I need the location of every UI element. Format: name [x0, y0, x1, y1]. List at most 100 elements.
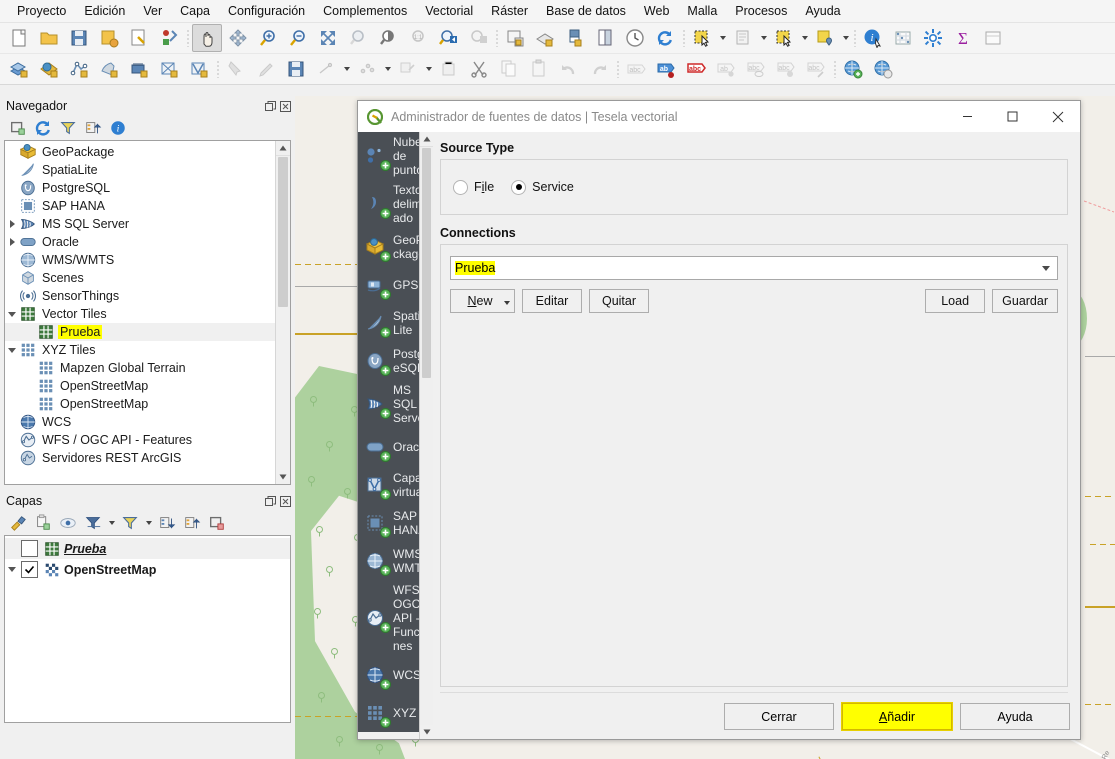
connection-select[interactable]: Prueba	[450, 256, 1058, 280]
delete-selected-icon[interactable]	[435, 56, 463, 82]
identify-by-value-icon[interactable]	[811, 25, 839, 51]
toggle-editing-icon[interactable]	[252, 56, 280, 82]
redo-icon[interactable]	[585, 56, 613, 82]
close-button[interactable]	[1035, 101, 1080, 132]
new-project-icon[interactable]	[5, 25, 33, 51]
zoom-out-icon[interactable]	[284, 25, 312, 51]
tree-item-oracle[interactable]: Oracle	[5, 233, 276, 251]
open-layer-styling-icon[interactable]	[6, 512, 30, 534]
add-line-feature-icon[interactable]	[312, 56, 340, 82]
chevron-down-icon[interactable]	[106, 510, 117, 536]
field-calculator-icon[interactable]: Σ	[949, 25, 977, 51]
chevron-down-icon[interactable]	[423, 56, 434, 82]
tree-item-sap-hana[interactable]: SAP HANA	[5, 197, 276, 215]
select-features-icon[interactable]	[688, 25, 716, 51]
add-mesh-layer-icon[interactable]	[125, 56, 153, 82]
sidebar-scrollbar[interactable]	[419, 132, 433, 739]
expand-arrow-icon[interactable]	[5, 220, 19, 228]
measure-icon[interactable]	[979, 25, 1007, 51]
menu-base-de-datos[interactable]: Base de datos	[537, 2, 635, 20]
vertex-tool-icon[interactable]	[353, 56, 381, 82]
tree-item-wcs[interactable]: WCS	[5, 413, 276, 431]
show-hide-labels-icon[interactable]: abc	[682, 56, 710, 82]
chevron-down-icon[interactable]	[840, 25, 851, 51]
float-panel-icon[interactable]	[264, 495, 277, 508]
chevron-down-icon[interactable]	[341, 56, 352, 82]
move-label-icon[interactable]: abc	[742, 56, 770, 82]
layer-visibility-checkbox[interactable]	[21, 540, 38, 557]
menu-vectorial[interactable]: Vectorial	[416, 2, 482, 20]
remove-connection-button[interactable]: Quitar	[589, 289, 649, 313]
maximize-button[interactable]	[990, 101, 1035, 132]
source-tab-geopackage[interactable]: GeoPackage	[358, 228, 420, 266]
chevron-down-icon[interactable]	[382, 56, 393, 82]
paste-features-icon[interactable]	[525, 56, 553, 82]
zoom-native-icon[interactable]: 1:1	[404, 25, 432, 51]
chevron-down-icon[interactable]	[758, 25, 769, 51]
scroll-down-icon[interactable]	[276, 470, 290, 484]
source-tab-ms-sql-server[interactable]: MS SQL Server	[358, 380, 420, 428]
tree-item-prueba[interactable]: Prueba	[5, 323, 276, 341]
scroll-up-icon[interactable]	[420, 132, 433, 147]
float-panel-icon[interactable]	[264, 100, 277, 113]
close-panel-icon[interactable]	[279, 495, 292, 508]
tree-item-vector-tiles[interactable]: Vector Tiles	[5, 305, 276, 323]
menu-malla[interactable]: Malla	[678, 2, 726, 20]
add-group-icon[interactable]	[31, 512, 55, 534]
options-icon[interactable]	[919, 25, 947, 51]
add-virtual-layer-icon[interactable]	[185, 56, 213, 82]
add-button[interactable]: Añadir	[841, 702, 953, 731]
edit-connection-button[interactable]: Editar	[522, 289, 582, 313]
minimize-button[interactable]	[945, 101, 990, 132]
load-connections-button[interactable]: Load	[925, 289, 986, 313]
zoom-next-icon[interactable]	[464, 25, 492, 51]
source-tab-wcs[interactable]: WCS	[358, 656, 420, 694]
save-connections-button[interactable]: Guardar	[992, 289, 1058, 313]
save-project-icon[interactable]	[65, 25, 93, 51]
chevron-down-icon[interactable]	[143, 510, 154, 536]
open-project-icon[interactable]	[35, 25, 63, 51]
refresh-icon[interactable]	[31, 117, 55, 139]
navigator-tree[interactable]: GeoPackage SpatiaLite PostgreSQL SAP HANA MS…	[4, 140, 291, 485]
highlight-labels-icon[interactable]: ab	[712, 56, 740, 82]
menu-edici-n[interactable]: Edición	[75, 2, 134, 20]
scroll-down-icon[interactable]	[420, 725, 433, 739]
source-tab-oracle[interactable]: Oracle	[358, 428, 420, 466]
menu-complementos[interactable]: Complementos	[314, 2, 416, 20]
label-disabled-icon[interactable]: abc	[622, 56, 650, 82]
menu-capa[interactable]: Capa	[171, 2, 219, 20]
menu-ayuda[interactable]: Ayuda	[796, 2, 849, 20]
source-tab-gps[interactable]: GPS	[358, 266, 420, 304]
tree-item-postgresql[interactable]: PostgreSQL	[5, 179, 276, 197]
menu-configuraci-n[interactable]: Configuración	[219, 2, 314, 20]
tree-item-scenes[interactable]: Scenes	[5, 269, 276, 287]
menu-ver[interactable]: Ver	[134, 2, 171, 20]
navigator-scrollbar[interactable]	[275, 141, 290, 484]
collapse-arrow-icon[interactable]	[5, 311, 19, 317]
close-dialog-button[interactable]: Cerrar	[724, 703, 834, 730]
chevron-down-icon[interactable]	[717, 25, 728, 51]
new-3d-map-view-icon[interactable]	[531, 25, 559, 51]
select-by-expression-icon[interactable]	[729, 25, 757, 51]
refresh-icon[interactable]	[651, 25, 679, 51]
tree-item-openstreetmap[interactable]: OpenStreetMap	[5, 377, 276, 395]
pan-map-icon[interactable]	[192, 24, 222, 52]
copy-features-icon[interactable]	[495, 56, 523, 82]
source-tab-wms-wmts[interactable]: WMS/WMTS	[358, 542, 420, 580]
identify-features-icon[interactable]: i	[859, 25, 887, 51]
tree-item-ms-sql-server[interactable]: MS SQL Server	[5, 215, 276, 233]
tree-item-servidores-rest-arcgis[interactable]: Servidores REST ArcGIS	[5, 449, 276, 467]
remove-layer-icon[interactable]	[205, 512, 229, 534]
web-services-icon[interactable]	[869, 56, 897, 82]
tree-item-openstreetmap[interactable]: OpenStreetMap	[5, 395, 276, 413]
current-edits-icon[interactable]	[222, 56, 250, 82]
zoom-in-icon[interactable]	[254, 25, 282, 51]
change-label-icon[interactable]: abc	[802, 56, 830, 82]
zoom-last-icon[interactable]	[434, 25, 462, 51]
add-vector-layer-icon[interactable]	[65, 56, 93, 82]
source-tab-spatialite[interactable]: SpatiaLite	[358, 304, 420, 342]
menu-proyecto[interactable]: Proyecto	[8, 2, 75, 20]
undo-icon[interactable]	[555, 56, 583, 82]
close-panel-icon[interactable]	[279, 100, 292, 113]
new-print-layout-icon[interactable]	[561, 25, 589, 51]
